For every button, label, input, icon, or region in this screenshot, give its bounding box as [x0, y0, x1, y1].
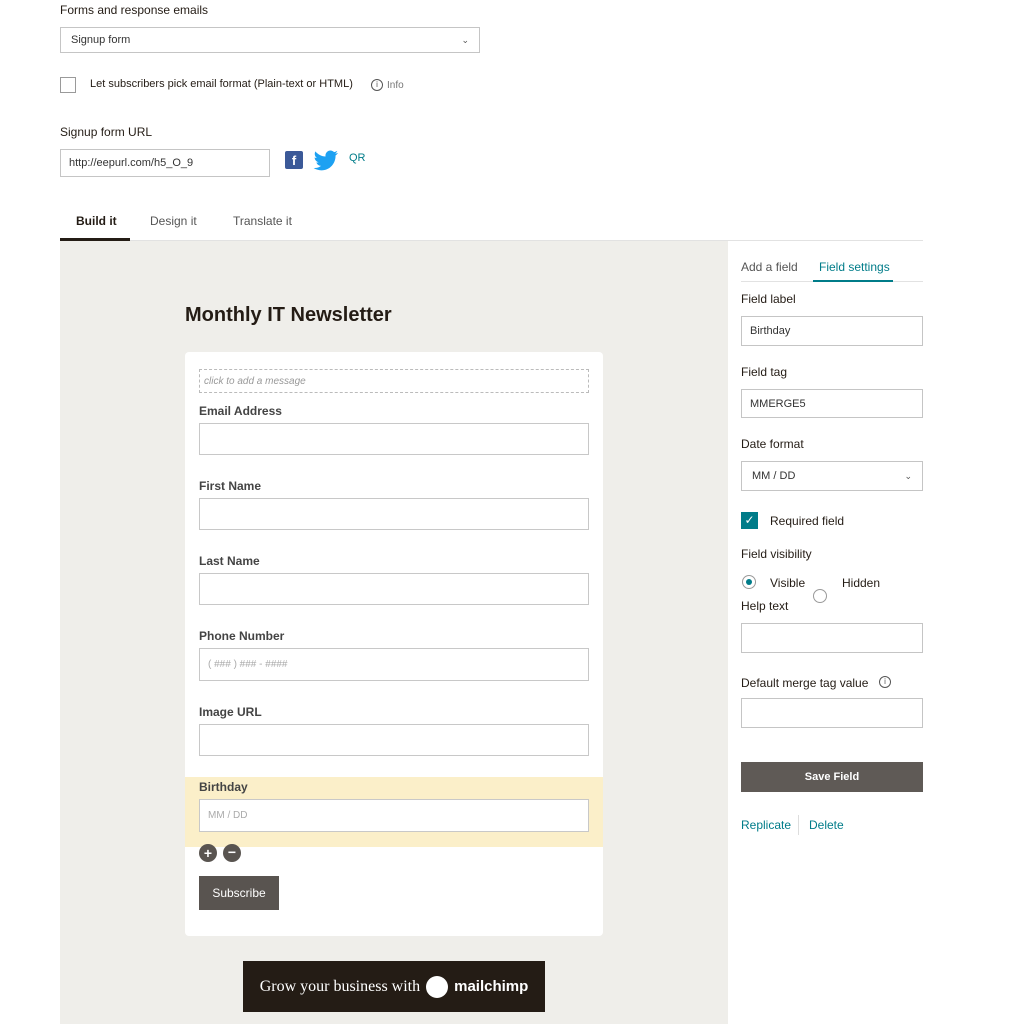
help-text-input[interactable] [741, 623, 923, 653]
forms-section-label: Forms and response emails [60, 3, 209, 17]
tab-build-it[interactable]: Build it [76, 214, 117, 228]
visible-radio[interactable] [742, 575, 756, 589]
first-name-input[interactable] [199, 498, 589, 530]
signup-url-field[interactable]: http://eepurl.com/h5_O_9 [60, 149, 270, 177]
phone-placeholder: ( ### ) ### - #### [208, 659, 288, 670]
birthday-placeholder: MM / DD [208, 810, 248, 821]
last-name-input[interactable] [199, 573, 589, 605]
form-type-value: Signup form [71, 34, 131, 46]
email-input[interactable] [199, 423, 589, 455]
tab-design-it[interactable]: Design it [150, 214, 197, 228]
tab-add-a-field[interactable]: Add a field [741, 260, 798, 274]
hidden-label: Hidden [842, 576, 881, 590]
panel-active-tab-indicator [813, 280, 893, 282]
pick-format-checkbox[interactable] [60, 77, 76, 93]
field-tag-input[interactable]: MMERGE5 [741, 389, 923, 418]
visibility-heading: Field visibility [741, 547, 812, 561]
field-label-heading: Field label [741, 292, 796, 306]
info-icon: i [371, 79, 383, 91]
info-label: Info [387, 79, 404, 91]
field-label-image-url: Image URL [199, 705, 262, 719]
date-format-select[interactable]: MM / DD ⌄ [741, 461, 923, 491]
field-label-first-name: First Name [199, 479, 262, 493]
facebook-icon[interactable]: f [285, 151, 303, 169]
hidden-radio[interactable] [813, 589, 827, 603]
field-tag-value: MMERGE5 [750, 397, 806, 410]
field-label-last-name: Last Name [199, 554, 260, 568]
required-label: Required field [770, 514, 845, 528]
form-message-placeholder: click to add a message [204, 375, 306, 387]
required-checkbox[interactable]: ✓ [741, 512, 758, 529]
field-label-birthday: Birthday [199, 780, 248, 794]
chevron-down-icon: ⌄ [461, 34, 469, 45]
help-text-heading: Help text [741, 599, 789, 613]
visible-label: Visible [770, 576, 806, 590]
date-format-heading: Date format [741, 437, 804, 451]
banner-text: Grow your business with [259, 977, 421, 995]
twitter-icon[interactable] [313, 150, 339, 172]
qr-link[interactable]: QR [349, 152, 366, 164]
form-message-field[interactable]: click to add a message [199, 369, 589, 393]
tab-field-settings[interactable]: Field settings [819, 260, 890, 274]
add-field-icon[interactable]: + [199, 844, 217, 862]
info-icon[interactable]: i [879, 676, 891, 688]
replicate-link[interactable]: Replicate [741, 818, 791, 832]
delete-link[interactable]: Delete [809, 818, 844, 832]
info-link[interactable]: i Info [371, 79, 404, 91]
save-field-button[interactable]: Save Field [741, 762, 923, 792]
default-merge-input[interactable] [741, 698, 923, 728]
banner-brand: mailchimp [454, 978, 529, 995]
mailchimp-logo-icon [426, 975, 449, 998]
signup-url-value: http://eepurl.com/h5_O_9 [69, 157, 194, 169]
chevron-down-icon: ⌄ [904, 470, 912, 481]
mailchimp-banner[interactable]: Grow your business with mailchimp [243, 961, 545, 1012]
field-label-phone: Phone Number [199, 629, 285, 643]
field-label-input[interactable]: Birthday [741, 316, 923, 346]
signup-url-label: Signup form URL [60, 125, 153, 139]
phone-input[interactable]: ( ### ) ### - #### [199, 648, 589, 681]
field-tag-heading: Field tag [741, 365, 788, 379]
field-label-value: Birthday [750, 325, 791, 337]
date-format-value: MM / DD [752, 470, 796, 482]
default-merge-heading: Default merge tag value [741, 676, 869, 690]
subscribe-button[interactable]: Subscribe [199, 876, 279, 910]
image-url-input[interactable] [199, 724, 589, 756]
pick-format-label: Let subscribers pick email format (Plain… [90, 78, 353, 90]
remove-field-icon[interactable]: − [223, 844, 241, 862]
form-title[interactable]: Monthly IT Newsletter [185, 304, 392, 327]
field-label-email: Email Address [199, 404, 282, 418]
tab-translate-it[interactable]: Translate it [233, 214, 292, 228]
link-divider [798, 815, 799, 835]
birthday-input[interactable]: MM / DD [199, 799, 589, 832]
form-type-select[interactable]: Signup form ⌄ [60, 27, 480, 53]
